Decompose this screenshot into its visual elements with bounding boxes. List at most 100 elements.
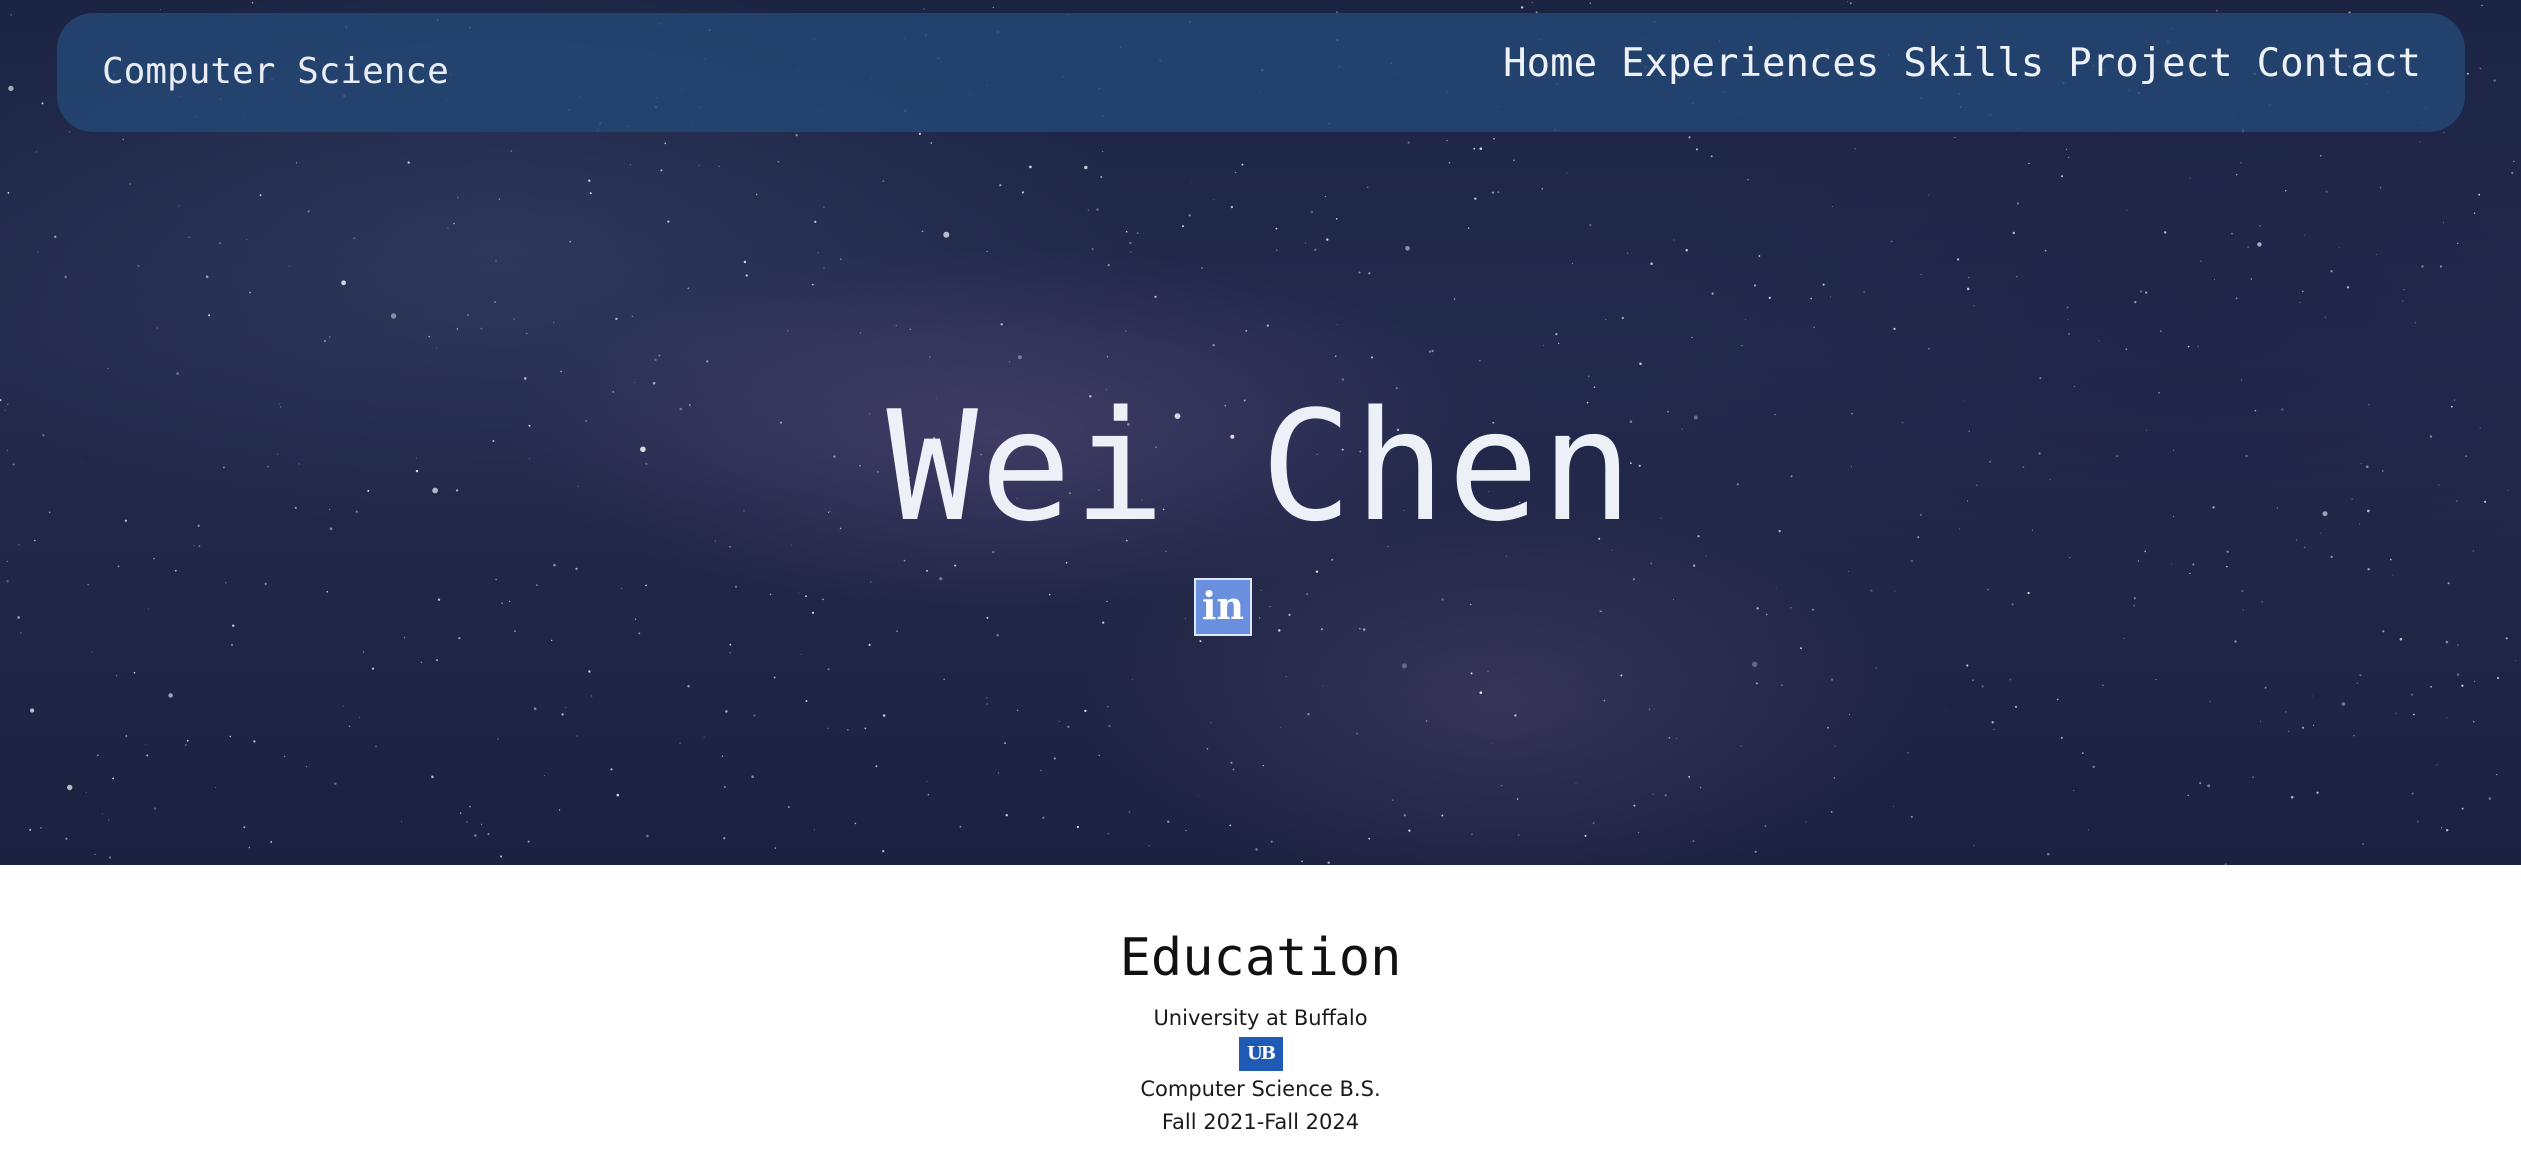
star [334, 782, 337, 785]
star [2187, 345, 2190, 348]
star [2192, 563, 2195, 566]
star [1087, 209, 1090, 211]
star [1232, 768, 1235, 771]
star [930, 142, 932, 144]
star [654, 358, 657, 362]
star [1102, 621, 1105, 624]
star [94, 853, 96, 855]
star [20, 632, 22, 634]
star [2457, 644, 2459, 646]
star [305, 766, 307, 768]
star [536, 584, 538, 586]
star [1167, 820, 1170, 823]
star [847, 729, 849, 731]
star [1065, 561, 1068, 564]
star [447, 227, 449, 229]
star [2446, 829, 2449, 832]
star [1363, 628, 1366, 631]
star [774, 847, 776, 849]
star [943, 231, 950, 238]
star [635, 618, 637, 620]
star [2187, 794, 2189, 797]
star [1637, 831, 1640, 834]
star [1790, 607, 1792, 609]
star [1470, 603, 1472, 606]
star [864, 727, 867, 730]
star [2441, 827, 2443, 829]
star [467, 314, 469, 316]
star [1182, 225, 1184, 228]
star [769, 593, 772, 596]
linkedin-icon[interactable]: in [1194, 578, 1252, 636]
star [1520, 6, 1524, 9]
star [1566, 172, 1568, 174]
nav-link-experiences[interactable]: Experiences [1621, 41, 1879, 86]
star [510, 150, 512, 152]
star [992, 6, 994, 8]
star [1108, 724, 1111, 728]
star [2065, 148, 2068, 151]
star [513, 318, 515, 320]
star [687, 685, 690, 688]
star [588, 179, 591, 182]
star [921, 230, 924, 233]
nav-link-project[interactable]: Project [2068, 41, 2232, 86]
star [375, 745, 377, 748]
star [1893, 805, 1894, 807]
star [2226, 566, 2228, 568]
star [1320, 628, 1323, 631]
star [2443, 132, 2445, 133]
star [2264, 686, 2267, 689]
star [284, 755, 286, 757]
degree: Computer Science B.S. [1140, 1077, 1381, 1101]
nav-link-contact[interactable]: Contact [2257, 41, 2421, 86]
star [1833, 777, 1836, 779]
star [85, 792, 87, 794]
star [1575, 782, 1577, 784]
star [112, 777, 114, 780]
star [2139, 290, 2143, 293]
star [1453, 298, 1456, 300]
star [1129, 241, 1132, 245]
star [798, 592, 800, 594]
star [755, 193, 758, 196]
star [2011, 603, 2014, 606]
hero-section: Computer Science Home Experiences Skills… [0, 0, 2521, 865]
star [1048, 593, 1051, 596]
star [729, 651, 732, 654]
star [2209, 701, 2211, 703]
star [2316, 791, 2319, 794]
star [1276, 249, 1278, 251]
star [174, 569, 177, 572]
star [1847, 1, 1848, 3]
star [2445, 640, 2449, 644]
star [927, 793, 930, 796]
star [1479, 691, 1483, 694]
star [1758, 255, 1761, 257]
star [1106, 600, 1108, 603]
star [1910, 815, 1913, 818]
star [565, 707, 567, 708]
star [1359, 627, 1361, 630]
star [249, 291, 251, 294]
nav-link-skills[interactable]: Skills [1903, 41, 2044, 86]
star [1776, 587, 1777, 588]
star [2330, 270, 2333, 273]
star [1197, 795, 1199, 797]
star [2497, 677, 2499, 679]
star [2362, 843, 2364, 845]
star [1571, 263, 1573, 265]
star [41, 102, 44, 105]
brand-title[interactable]: Computer Science [102, 51, 449, 92]
star [1479, 147, 1483, 150]
star [2234, 640, 2237, 643]
star [959, 825, 962, 828]
star [2346, 286, 2350, 289]
star [1813, 326, 1815, 328]
nav-link-home[interactable]: Home [1503, 41, 1597, 86]
top-navbar: Computer Science Home Experiences Skills… [57, 13, 2465, 132]
star [2341, 702, 2346, 706]
star [341, 280, 346, 286]
star [1633, 804, 1636, 807]
star [1587, 375, 1590, 377]
